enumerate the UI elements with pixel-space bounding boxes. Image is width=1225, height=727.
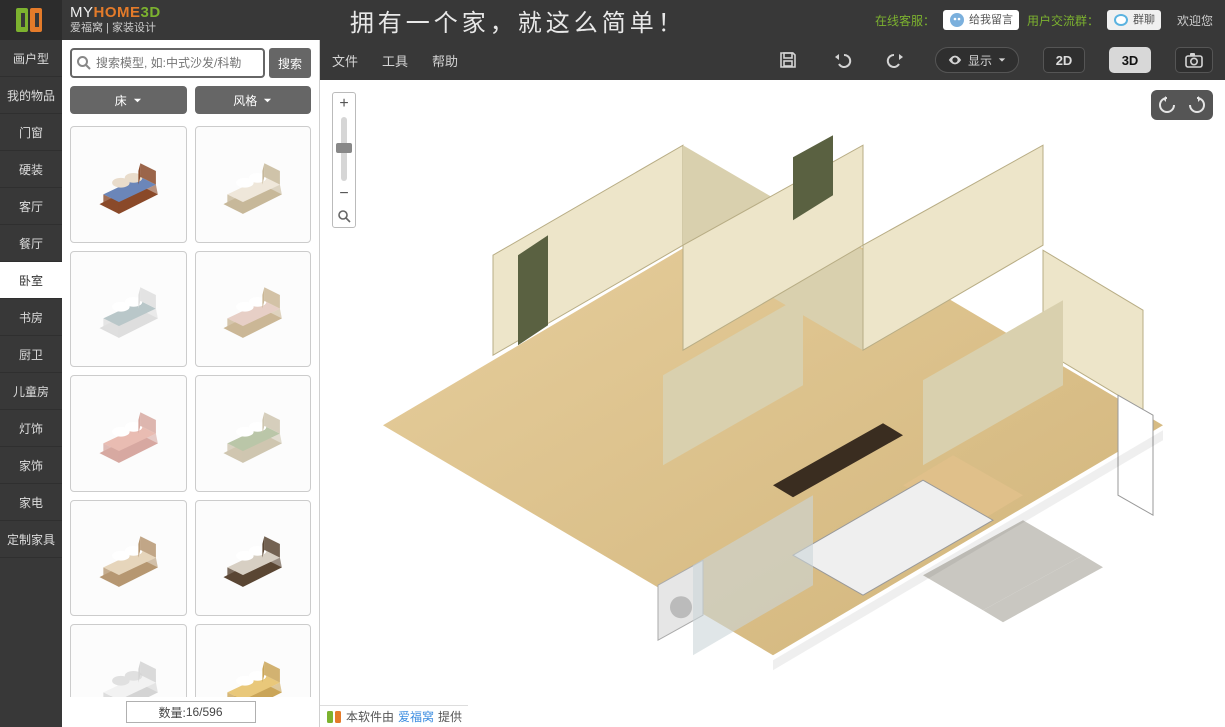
welcome-text: 欢迎您 [1177,12,1213,29]
sidebar-item-0[interactable]: 画户型 [0,40,62,77]
chevron-down-icon [133,96,142,105]
library-panel: 搜索 床 风格 [62,40,320,727]
viewport[interactable]: + − [320,80,1225,727]
undo-icon[interactable] [827,46,857,74]
chevron-down-icon [998,56,1006,64]
furniture-card-1[interactable] [195,126,312,243]
sidebar-item-2[interactable]: 门窗 [0,114,62,151]
menu-tools[interactable]: 工具 [382,51,408,70]
chevron-down-icon [263,96,272,105]
furniture-card-7[interactable] [195,500,312,617]
camera-button[interactable] [1175,47,1213,73]
sidebar-item-9[interactable]: 儿童房 [0,373,62,410]
search-input[interactable] [96,56,259,70]
redo-icon[interactable] [881,46,911,74]
logo-icon [0,0,62,40]
furniture-card-4[interactable] [70,375,187,492]
search-icon [76,55,92,71]
logo-icon [326,709,342,725]
sidebar-item-11[interactable]: 家饰 [0,447,62,484]
menu-file[interactable]: 文件 [332,51,358,70]
floorplan-scene [363,135,1183,695]
zoom-control: + − [332,92,356,228]
support-badge[interactable]: 给我留言 [943,10,1019,30]
category-sidebar: 画户型我的物品门窗硬装客厅餐厅卧室书房厨卫儿童房灯饰家饰家电定制家具 [0,40,62,727]
tagline: 拥有一个家，就这么简单！ [161,3,875,38]
footer-credit: 本软件由爱福窝提供 [320,705,468,727]
sidebar-item-12[interactable]: 家电 [0,484,62,521]
furniture-card-2[interactable] [70,251,187,368]
sidebar-item-4[interactable]: 客厅 [0,188,62,225]
group-badge[interactable]: 群聊 [1107,10,1161,30]
furniture-card-6[interactable] [70,500,187,617]
filter-category-button[interactable]: 床 [70,86,187,114]
zoom-slider[interactable] [341,117,347,181]
rotate-left-icon[interactable] [1157,95,1177,115]
furniture-card-3[interactable] [195,251,312,368]
filter-style-button[interactable]: 风格 [195,86,312,114]
support-label: 在线客服： [875,12,935,29]
sidebar-item-8[interactable]: 厨卫 [0,336,62,373]
furniture-card-9[interactable] [195,624,312,697]
menu-help[interactable]: 帮助 [432,51,458,70]
app-header: MYHOME3D 爱福窝 | 家装设计 拥有一个家，就这么简单！ 在线客服： 给… [0,0,1225,40]
zoom-in-button[interactable]: + [333,93,355,115]
furniture-grid [62,122,319,697]
furniture-card-5[interactable] [195,375,312,492]
count-bar: 数量:16/596 [126,701,256,723]
sidebar-item-5[interactable]: 餐厅 [0,225,62,262]
display-dropdown[interactable]: 显示 [935,47,1019,73]
sidebar-item-3[interactable]: 硬装 [0,151,62,188]
group-label: 用户交流群： [1027,12,1099,29]
furniture-card-0[interactable] [70,126,187,243]
save-icon[interactable] [773,46,803,74]
search-button[interactable]: 搜索 [269,48,311,78]
header-right: 在线客服： 给我留言 用户交流群： 群聊 欢迎您 [875,10,1225,30]
mode-3d-button[interactable]: 3D [1109,47,1151,73]
sidebar-item-10[interactable]: 灯饰 [0,410,62,447]
rotate-right-icon[interactable] [1187,95,1207,115]
eye-icon [948,53,962,67]
sidebar-item-1[interactable]: 我的物品 [0,77,62,114]
sidebar-item-6[interactable]: 卧室 [0,262,62,299]
search-box[interactable] [70,48,265,78]
mode-2d-button[interactable]: 2D [1043,47,1085,73]
brand-block: MYHOME3D 爱福窝 | 家装设计 [70,4,161,35]
zoom-fit-button[interactable] [333,205,355,227]
sidebar-item-13[interactable]: 定制家具 [0,521,62,558]
orbit-control [1151,90,1213,120]
canvas-area: 文件 工具 帮助 显示 2D 3D + − [320,40,1225,727]
menu-bar: 文件 工具 帮助 显示 2D 3D [320,40,1225,80]
furniture-card-8[interactable] [70,624,187,697]
sidebar-item-7[interactable]: 书房 [0,299,62,336]
zoom-handle[interactable] [336,143,352,153]
zoom-out-button[interactable]: − [333,183,355,205]
